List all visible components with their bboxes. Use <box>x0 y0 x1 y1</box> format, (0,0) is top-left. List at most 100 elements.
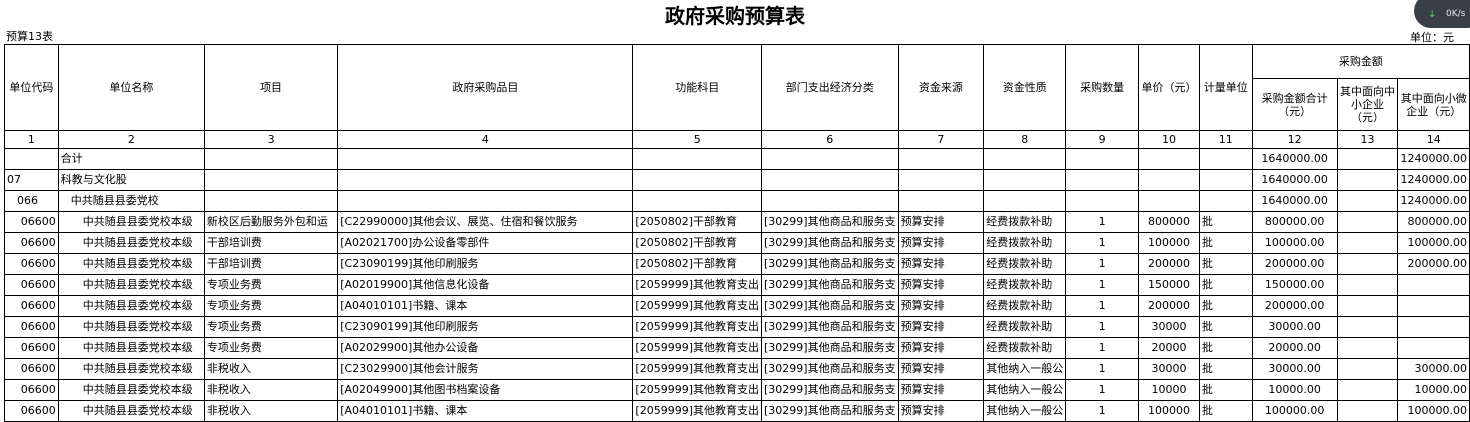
empty-cell <box>983 148 1067 170</box>
sme-cell <box>1336 211 1399 233</box>
header-unit-code: 单位代码 <box>4 44 59 131</box>
header-measure-unit: 计量单位 <box>1198 44 1253 131</box>
quantity-cell: 1 <box>1065 400 1140 422</box>
unit-name-cell: 中共随县县委党校本级 <box>57 274 205 296</box>
table-row: 06600 中共随县县委党校本级 专项业务费 [A02029900]其他办公设备 [20… <box>4 337 1470 359</box>
header-fund-nature: 资金性质 <box>983 44 1067 131</box>
empty-cell <box>337 169 634 191</box>
header-economic-class: 部门支出经济分类 <box>761 44 899 131</box>
unit-code-cell <box>4 148 59 170</box>
empty-cell <box>203 190 339 212</box>
network-speed-widget[interactable]: ↓ 0K/s <box>1414 0 1470 28</box>
measure-unit-cell: 批 <box>1198 358 1253 380</box>
amount-total-cell: 20000.00 <box>1251 337 1338 359</box>
measure-unit-cell: 批 <box>1198 211 1253 233</box>
project-cell: 专项业务费 <box>203 274 339 296</box>
fund-source-cell: 预算安排 <box>897 400 985 422</box>
procurement-budget-table: 单位代码 单位名称 项目 政府采购品目 功能科目 部门支出经济分类 资金来源 资… <box>4 44 1470 422</box>
economic-class-cell: [30299]其他商品和服务支 <box>761 211 899 233</box>
table-row: 06600 中共随县县委党校本级 专项业务费 [A02019900]其他信息化设备 [2… <box>4 274 1470 296</box>
column-number-cell: 8 <box>983 130 1067 149</box>
sme-cell <box>1336 316 1399 338</box>
column-number-cell: 14 <box>1397 130 1470 149</box>
column-number-cell: 1 <box>4 130 59 149</box>
quantity-cell: 1 <box>1065 337 1140 359</box>
table-row: 06600 中共随县县委党校本级 干部培训费 [A02021700]办公设备零部件 [2… <box>4 232 1470 254</box>
fund-source-cell: 预算安排 <box>897 274 985 296</box>
empty-cell <box>983 169 1067 191</box>
measure-unit-cell: 批 <box>1198 337 1253 359</box>
header-unit-price: 单价（元） <box>1138 44 1200 131</box>
micro-cell <box>1397 337 1470 359</box>
header-fund-source: 资金来源 <box>897 44 985 131</box>
amount-total-cell: 1640000.00 <box>1251 190 1338 212</box>
column-number-cell: 5 <box>632 130 762 149</box>
header-procurement-item: 政府采购品目 <box>337 44 634 131</box>
economic-class-cell: [30299]其他商品和服务支 <box>761 253 899 275</box>
unit-name-cell: 中共随县县委党校本级 <box>57 316 205 338</box>
fund-source-cell: 预算安排 <box>897 211 985 233</box>
column-number-cell: 2 <box>57 130 205 149</box>
sme-cell <box>1336 169 1399 191</box>
unit-price-cell: 20000 <box>1138 337 1200 359</box>
column-number-cell: 4 <box>337 130 634 149</box>
economic-class-cell: [30299]其他商品和服务支 <box>761 232 899 254</box>
table-row: 06600 中共随县县委党校本级 非税收入 [A04010101]书籍、课本 [2059… <box>4 400 1470 422</box>
empty-cell <box>203 169 339 191</box>
fund-source-cell: 预算安排 <box>897 253 985 275</box>
unit-code-cell: 06600 <box>4 337 59 359</box>
unit-name-cell: 科教与文化股 <box>57 169 205 191</box>
project-cell: 专项业务费 <box>203 337 339 359</box>
procurement-item-cell: [A04010101]书籍、课本 <box>337 295 634 317</box>
unit-price-cell: 800000 <box>1138 211 1200 233</box>
function-subject-cell: [2059999]其他教育支出 <box>632 358 762 380</box>
economic-class-cell: [30299]其他商品和服务支 <box>761 316 899 338</box>
micro-cell <box>1397 316 1470 338</box>
quantity-cell: 1 <box>1065 253 1140 275</box>
column-number-row: 1 2 3 4 5 6 7 8 9 10 11 12 13 14 <box>4 130 1470 149</box>
unit-code-cell: 06600 <box>4 400 59 422</box>
unit-code-cell: 07 <box>4 169 59 191</box>
amount-total-cell: 1640000.00 <box>1251 169 1338 191</box>
unit-code-cell: 06600 <box>4 316 59 338</box>
measure-unit-cell: 批 <box>1198 232 1253 254</box>
quantity-cell: 1 <box>1065 274 1140 296</box>
download-arrow-icon: ↓ <box>1428 9 1437 20</box>
summary-row: 合计 1640000.00 1240000.00 <box>4 148 1470 170</box>
amount-total-cell: 30000.00 <box>1251 316 1338 338</box>
function-subject-cell: [2050802]干部教育 <box>632 211 762 233</box>
sme-cell <box>1336 148 1399 170</box>
procurement-item-cell: [A02029900]其他办公设备 <box>337 337 634 359</box>
table-row: 06600 中共随县县委党校本级 干部培训费 [C23090199]其他印刷服务 [20… <box>4 253 1470 275</box>
table-number: 预算13表 <box>6 30 53 43</box>
empty-cell <box>761 190 899 212</box>
unit-code-cell: 066 <box>4 190 59 212</box>
fund-nature-cell: 其他纳入一般公 <box>983 358 1067 380</box>
empty-cell <box>632 169 762 191</box>
empty-cell <box>1138 148 1200 170</box>
unit-name-cell: 中共随县县委党校本级 <box>57 379 205 401</box>
micro-cell: 100000.00 <box>1397 400 1470 422</box>
micro-cell: 800000.00 <box>1397 211 1470 233</box>
measure-unit-cell: 批 <box>1198 253 1253 275</box>
procurement-item-cell: [C23090199]其他印刷服务 <box>337 253 634 275</box>
project-cell: 干部培训费 <box>203 232 339 254</box>
fund-nature-cell: 其他纳入一般公 <box>983 379 1067 401</box>
column-number-cell: 9 <box>1065 130 1140 149</box>
economic-class-cell: [30299]其他商品和服务支 <box>761 358 899 380</box>
project-cell: 专项业务费 <box>203 295 339 317</box>
function-subject-cell: [2059999]其他教育支出 <box>632 316 762 338</box>
economic-class-cell: [30299]其他商品和服务支 <box>761 337 899 359</box>
procurement-item-cell: [A02049900]其他图书档案设备 <box>337 379 634 401</box>
fund-nature-cell: 经费拨款补助 <box>983 316 1067 338</box>
empty-cell <box>1065 148 1140 170</box>
measure-unit-cell: 批 <box>1198 400 1253 422</box>
table-body: 合计 1640000.00 1240000.00 07 科教与文化股 1640000.00… <box>4 148 1470 422</box>
quantity-cell: 1 <box>1065 295 1140 317</box>
unit-price-cell: 200000 <box>1138 295 1200 317</box>
project-cell: 非税收入 <box>203 400 339 422</box>
micro-cell: 100000.00 <box>1397 232 1470 254</box>
unit-price-cell: 100000 <box>1138 400 1200 422</box>
header-micro: 其中面向小微企业（元） <box>1397 78 1470 131</box>
empty-cell <box>337 190 634 212</box>
